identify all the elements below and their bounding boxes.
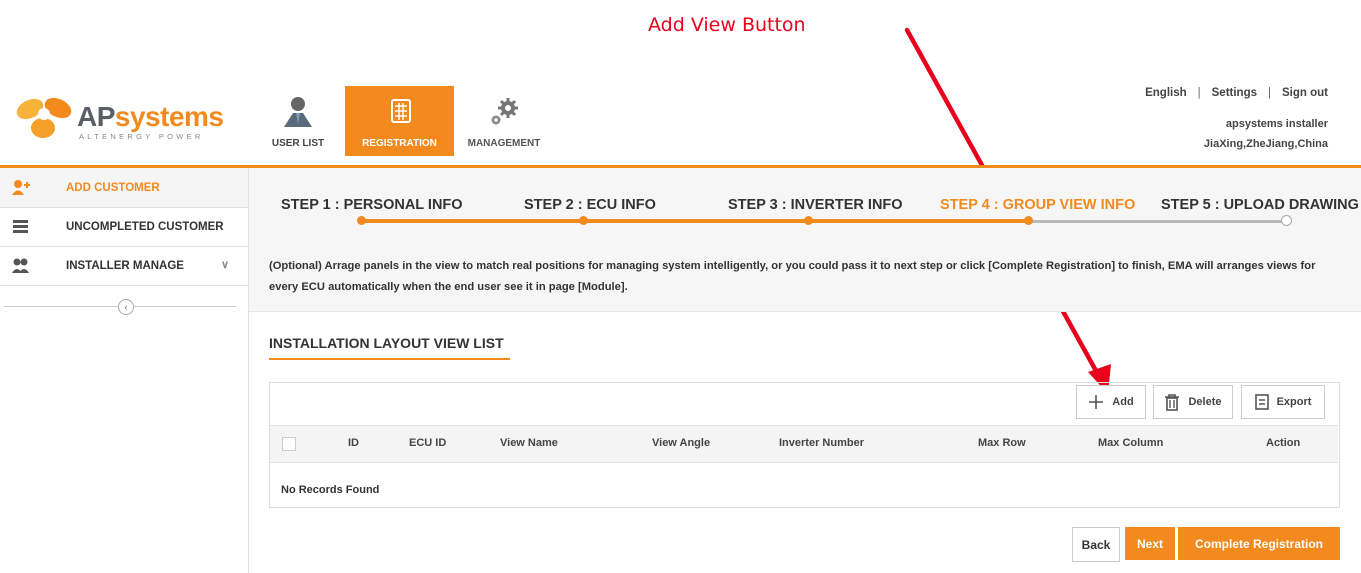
- separator: |: [1268, 87, 1271, 99]
- back-button[interactable]: Back: [1072, 527, 1120, 562]
- step-description: (Optional) Arrage panels in the view to …: [269, 260, 1316, 293]
- select-all-checkbox[interactable]: [282, 437, 296, 451]
- grid-icon: [345, 96, 454, 128]
- add-view-button[interactable]: Add: [1076, 385, 1146, 419]
- tab-label: MANAGEMENT: [467, 138, 541, 149]
- next-button[interactable]: Next: [1125, 527, 1175, 560]
- user-name: apsystems installer: [1225, 118, 1328, 130]
- sidebar-item-installer-manage[interactable]: INSTALLER MANAGE ∨: [0, 246, 248, 286]
- chevron-down-icon: ∨: [221, 259, 230, 271]
- step-4: STEP 4 : GROUP VIEW INFO: [940, 197, 1136, 213]
- annotation-label: Add View Button: [648, 14, 806, 36]
- col-view-name[interactable]: View Name: [500, 437, 558, 449]
- brand-tagline: ALTENERGY POWER: [79, 132, 204, 141]
- step-2-dot: [579, 216, 588, 225]
- section-title: INSTALLATION LAYOUT VIEW LIST: [269, 335, 504, 351]
- separator: |: [1197, 87, 1201, 99]
- sidebar-item-add-customer[interactable]: ADD CUSTOMER: [0, 168, 248, 208]
- col-max-row[interactable]: Max Row: [978, 437, 1026, 449]
- delete-view-button[interactable]: Delete: [1153, 385, 1233, 419]
- top-links: English | Settings | Sign out: [1145, 87, 1328, 99]
- language-link[interactable]: English: [1145, 87, 1187, 99]
- sidebar-item-label: UNCOMPLETED CUSTOMER: [66, 221, 224, 233]
- user-location: JiaXing,ZheJiang,China: [1203, 138, 1328, 150]
- sidebar: ADD CUSTOMER UNCOMPLETED CUSTOMER INSTAL…: [0, 168, 249, 573]
- col-inverter-number[interactable]: Inverter Number: [779, 437, 864, 449]
- export-button-label: Export: [1276, 396, 1312, 408]
- settings-link[interactable]: Settings: [1212, 87, 1257, 99]
- gears-icon: [464, 96, 544, 128]
- sidebar-item-label: ADD CUSTOMER: [66, 182, 160, 194]
- list-icon: [13, 220, 28, 233]
- export-icon: [1254, 394, 1269, 410]
- col-ecu-id[interactable]: ECU ID: [409, 437, 446, 449]
- brand-logo[interactable]: APsystems ALTENERGY POWER: [16, 93, 226, 143]
- step-5: STEP 5 : UPLOAD DRAWING: [1161, 197, 1359, 213]
- col-action: Action: [1266, 437, 1301, 449]
- collapse-sidebar-button[interactable]: ‹: [118, 299, 134, 315]
- brand-logo-icon: [16, 97, 72, 138]
- section-underline: [269, 358, 510, 360]
- sign-out-link[interactable]: Sign out: [1282, 87, 1328, 99]
- step-3: STEP 3 : INVERTER INFO: [728, 197, 903, 213]
- step-1: STEP 1 : PERSONAL INFO: [281, 197, 463, 213]
- tab-label: USER LIST: [271, 138, 325, 149]
- step-2: STEP 2 : ECU INFO: [524, 197, 656, 213]
- user-icon: [267, 96, 329, 128]
- step-progress-done: [361, 219, 1032, 223]
- tab-management[interactable]: MANAGEMENT: [464, 86, 544, 156]
- col-id[interactable]: ID: [348, 437, 359, 449]
- step-3-dot: [804, 216, 813, 225]
- tab-registration[interactable]: REGISTRATION: [345, 86, 454, 156]
- users-icon: [12, 258, 29, 273]
- empty-table-message: No Records Found: [281, 484, 380, 496]
- brand-name-part1: AP: [77, 101, 115, 132]
- step-5-dot: [1281, 215, 1292, 226]
- col-view-angle[interactable]: View Angle: [652, 437, 710, 449]
- tab-label: REGISTRATION: [362, 138, 437, 149]
- add-button-label: Add: [1112, 396, 1134, 408]
- complete-registration-button[interactable]: Complete Registration: [1178, 527, 1340, 560]
- col-max-column[interactable]: Max Column: [1098, 437, 1163, 449]
- trash-icon: [1164, 393, 1180, 411]
- export-view-button[interactable]: Export: [1241, 385, 1325, 419]
- sidebar-item-label: INSTALLER MANAGE: [66, 260, 184, 272]
- brand-name-part2: systems: [114, 101, 224, 132]
- sidebar-item-uncompleted-customer[interactable]: UNCOMPLETED CUSTOMER: [0, 207, 248, 247]
- delete-button-label: Delete: [1188, 396, 1222, 408]
- plus-icon: [1088, 394, 1104, 410]
- step-progress-remaining: [1032, 220, 1286, 223]
- tab-user-list[interactable]: USER LIST: [267, 86, 329, 156]
- step-1-dot: [357, 216, 366, 225]
- add-user-icon: [12, 180, 30, 195]
- step-4-dot: [1024, 216, 1033, 225]
